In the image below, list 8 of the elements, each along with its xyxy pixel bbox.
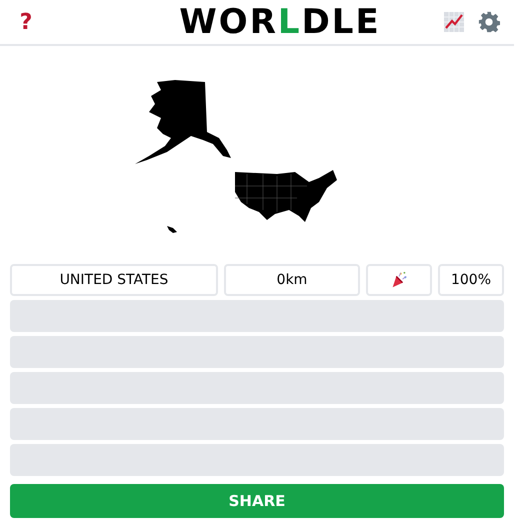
settings-icon[interactable] — [478, 11, 500, 33]
distance-cell: 0km — [224, 264, 360, 296]
proximity-cell: 100% — [438, 264, 504, 296]
share-button[interactable]: SHARE — [10, 484, 504, 518]
country-cell: UNITED STATES — [10, 264, 218, 296]
help-button[interactable]: ? — [16, 10, 36, 34]
game-title: WORLDLE — [179, 2, 381, 42]
chart-icon[interactable] — [444, 12, 464, 32]
